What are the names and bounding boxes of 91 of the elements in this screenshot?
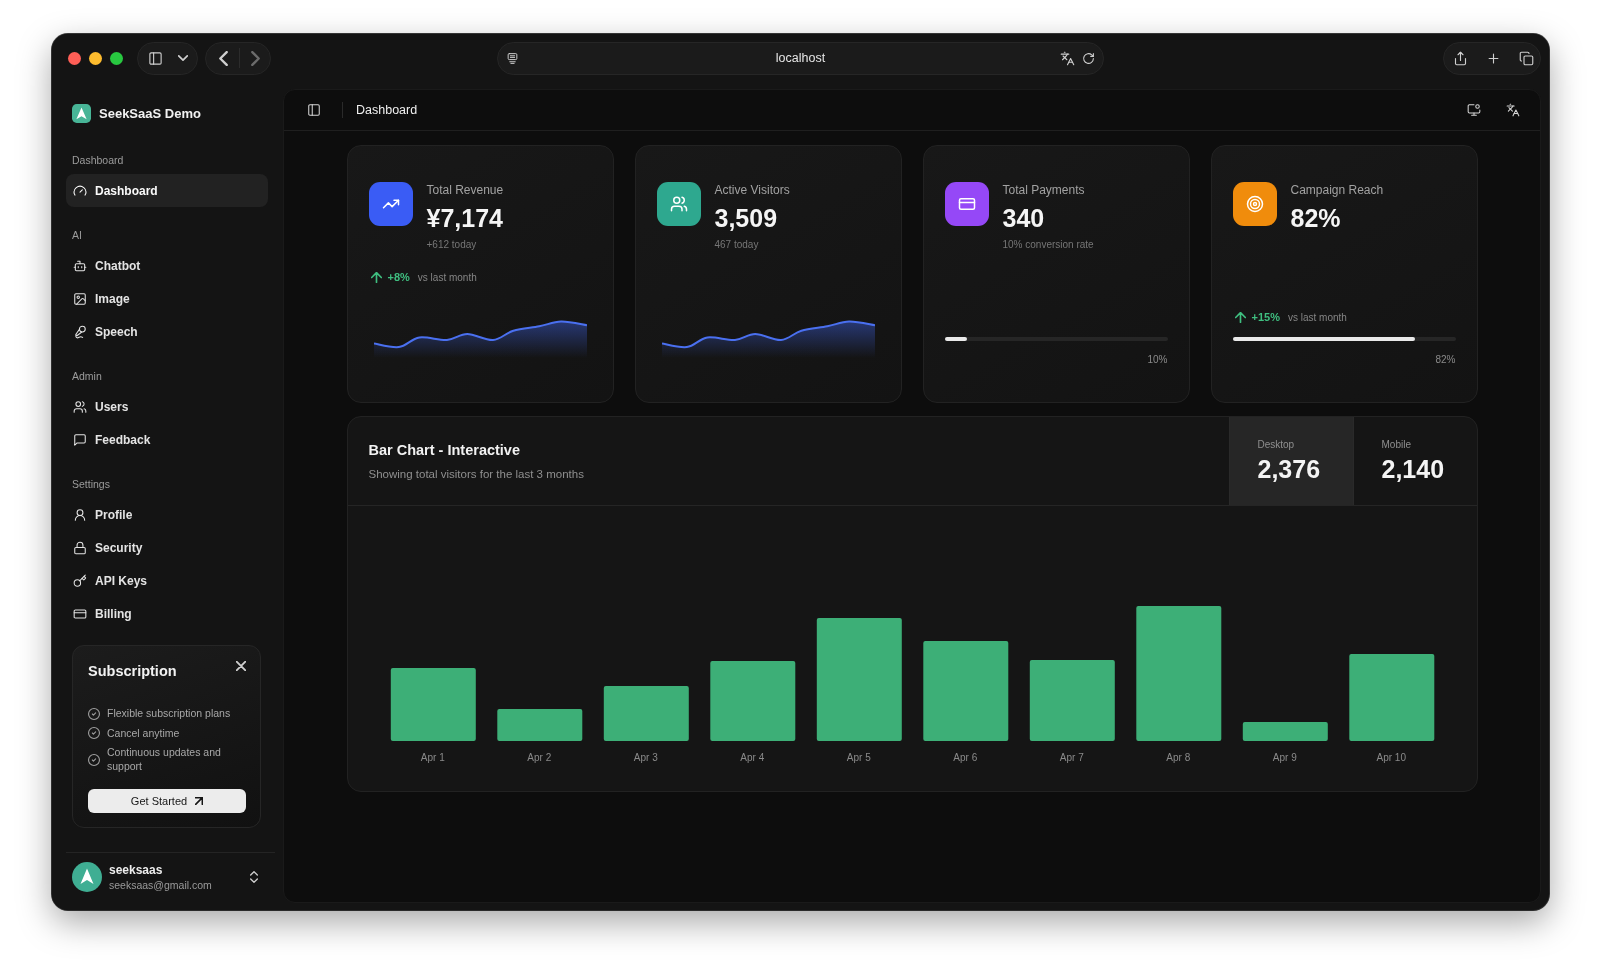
key-icon	[73, 573, 87, 588]
sidebar-item[interactable]: Profile	[66, 498, 268, 531]
sidebar-item[interactable]: Dashboard	[66, 174, 268, 207]
feature-text: Cancel anytime	[107, 726, 180, 740]
check-circle-icon	[88, 753, 100, 766]
sidebar-item[interactable]: Feedback	[66, 423, 268, 456]
tabs-icon[interactable]	[1519, 50, 1534, 66]
stat-note: 467 today	[714, 238, 759, 252]
url-text[interactable]: localhost	[775, 51, 826, 65]
stat-value: 340	[1002, 203, 1045, 234]
image-icon	[73, 291, 87, 306]
chevron-left-icon[interactable]	[219, 50, 228, 66]
translate-icon[interactable]	[1060, 50, 1075, 66]
chevron-right-icon[interactable]	[251, 50, 260, 66]
close-window-icon[interactable]	[68, 51, 81, 65]
sidebar-item[interactable]: Billing	[66, 597, 268, 630]
change-value: +15%	[1251, 311, 1280, 323]
reader-icon[interactable]	[506, 51, 519, 65]
axis-label: Apr 7	[1059, 751, 1084, 765]
logo-icon	[72, 103, 91, 123]
chat-bubble-icon	[73, 432, 87, 447]
series-total-tab[interactable]: Mobile 2,140	[1352, 417, 1477, 505]
plus-icon[interactable]	[1486, 50, 1501, 66]
users-icon	[73, 399, 87, 414]
change-value: +8%	[387, 271, 410, 283]
check-circle-icon	[88, 727, 100, 740]
sidebar-group-label: Admin	[71, 369, 102, 384]
user-email: seeksaas@gmail.com	[109, 877, 212, 892]
arrow-up-right-icon	[195, 797, 204, 805]
check-circle-icon	[88, 707, 100, 720]
panel-left-icon[interactable]	[307, 103, 321, 117]
panel-left-icon[interactable]	[148, 50, 163, 66]
stat-value: 3,509	[714, 203, 778, 234]
axis-label: Apr 4	[740, 751, 765, 765]
brand-name: SeekSaaS Demo	[99, 105, 201, 121]
series-total-tab[interactable]: Desktop 2,376	[1228, 417, 1353, 505]
user-icon	[73, 507, 87, 522]
axis-label: Apr 1	[420, 751, 445, 765]
axis-label: Apr 6	[953, 751, 978, 765]
sidebar-item[interactable]: Image	[66, 282, 268, 315]
user-name: seeksaas	[109, 862, 164, 878]
arrow-up-icon	[1234, 311, 1246, 323]
translate-icon[interactable]	[1506, 103, 1520, 117]
axis-label: Apr 5	[846, 751, 871, 765]
stat-note: +612 today	[426, 238, 477, 252]
chart-subtitle: Showing total visitors for the last 3 months	[368, 467, 584, 482]
change-note: vs last month	[1287, 311, 1347, 323]
close-icon[interactable]	[236, 661, 246, 671]
refresh-icon[interactable]	[1082, 51, 1095, 65]
axis-label: Apr 10	[1376, 751, 1406, 765]
share-icon[interactable]	[1453, 50, 1468, 66]
stat-title: Active Visitors	[714, 182, 790, 198]
stat-title: Total Payments	[1002, 182, 1085, 198]
sidebar-item[interactable]: Chatbot	[66, 249, 268, 282]
progress-reading: 82%	[1435, 353, 1456, 367]
axis-label: Apr 2	[527, 751, 552, 765]
chevrons-up-down-icon[interactable]	[249, 871, 259, 883]
promo-title: Subscription	[88, 662, 177, 681]
stat-value: 82%	[1290, 203, 1341, 234]
credit-card-icon	[73, 606, 87, 621]
sidebar-group-label: Settings	[71, 477, 110, 492]
sidebar-item[interactable]: Security	[66, 531, 268, 564]
stat-note: 10% conversion rate	[1002, 238, 1094, 252]
maximize-window-icon[interactable]	[110, 51, 123, 65]
stat-value: ¥7,174	[426, 203, 503, 234]
lock-icon	[73, 540, 87, 555]
axis-label: Apr 9	[1272, 751, 1297, 765]
chart-title: Bar Chart - Interactive	[368, 441, 520, 460]
chevron-down-icon[interactable]	[178, 53, 188, 63]
monitor-icon[interactable]	[1467, 103, 1481, 117]
sidebar-item[interactable]: Users	[66, 390, 268, 423]
feature-text: Flexible subscription plans	[107, 707, 231, 721]
sidebar-group-label: Dashboard	[71, 153, 124, 168]
page-title: Dashboard	[356, 103, 418, 117]
microphone-icon	[73, 324, 87, 339]
progress-reading: 10%	[1147, 353, 1168, 367]
axis-label: Apr 3	[633, 751, 658, 765]
sidebar-item[interactable]: API Keys	[66, 564, 268, 597]
feature-text: Continuous updates and support	[107, 746, 222, 773]
sidebar-item[interactable]: Speech	[66, 315, 268, 348]
stat-title: Campaign Reach	[1290, 182, 1384, 198]
robot-icon	[73, 258, 87, 273]
stat-title: Total Revenue	[426, 182, 504, 198]
avatar-icon[interactable]	[72, 862, 102, 892]
change-note: vs last month	[417, 271, 477, 283]
get-started-button[interactable]: Get Started	[88, 789, 246, 813]
gauge-icon	[73, 183, 87, 198]
sidebar-group-label: AI	[71, 228, 82, 243]
axis-label: Apr 8	[1166, 751, 1191, 765]
arrow-up-icon	[370, 271, 382, 283]
minimize-window-icon[interactable]	[89, 51, 102, 65]
